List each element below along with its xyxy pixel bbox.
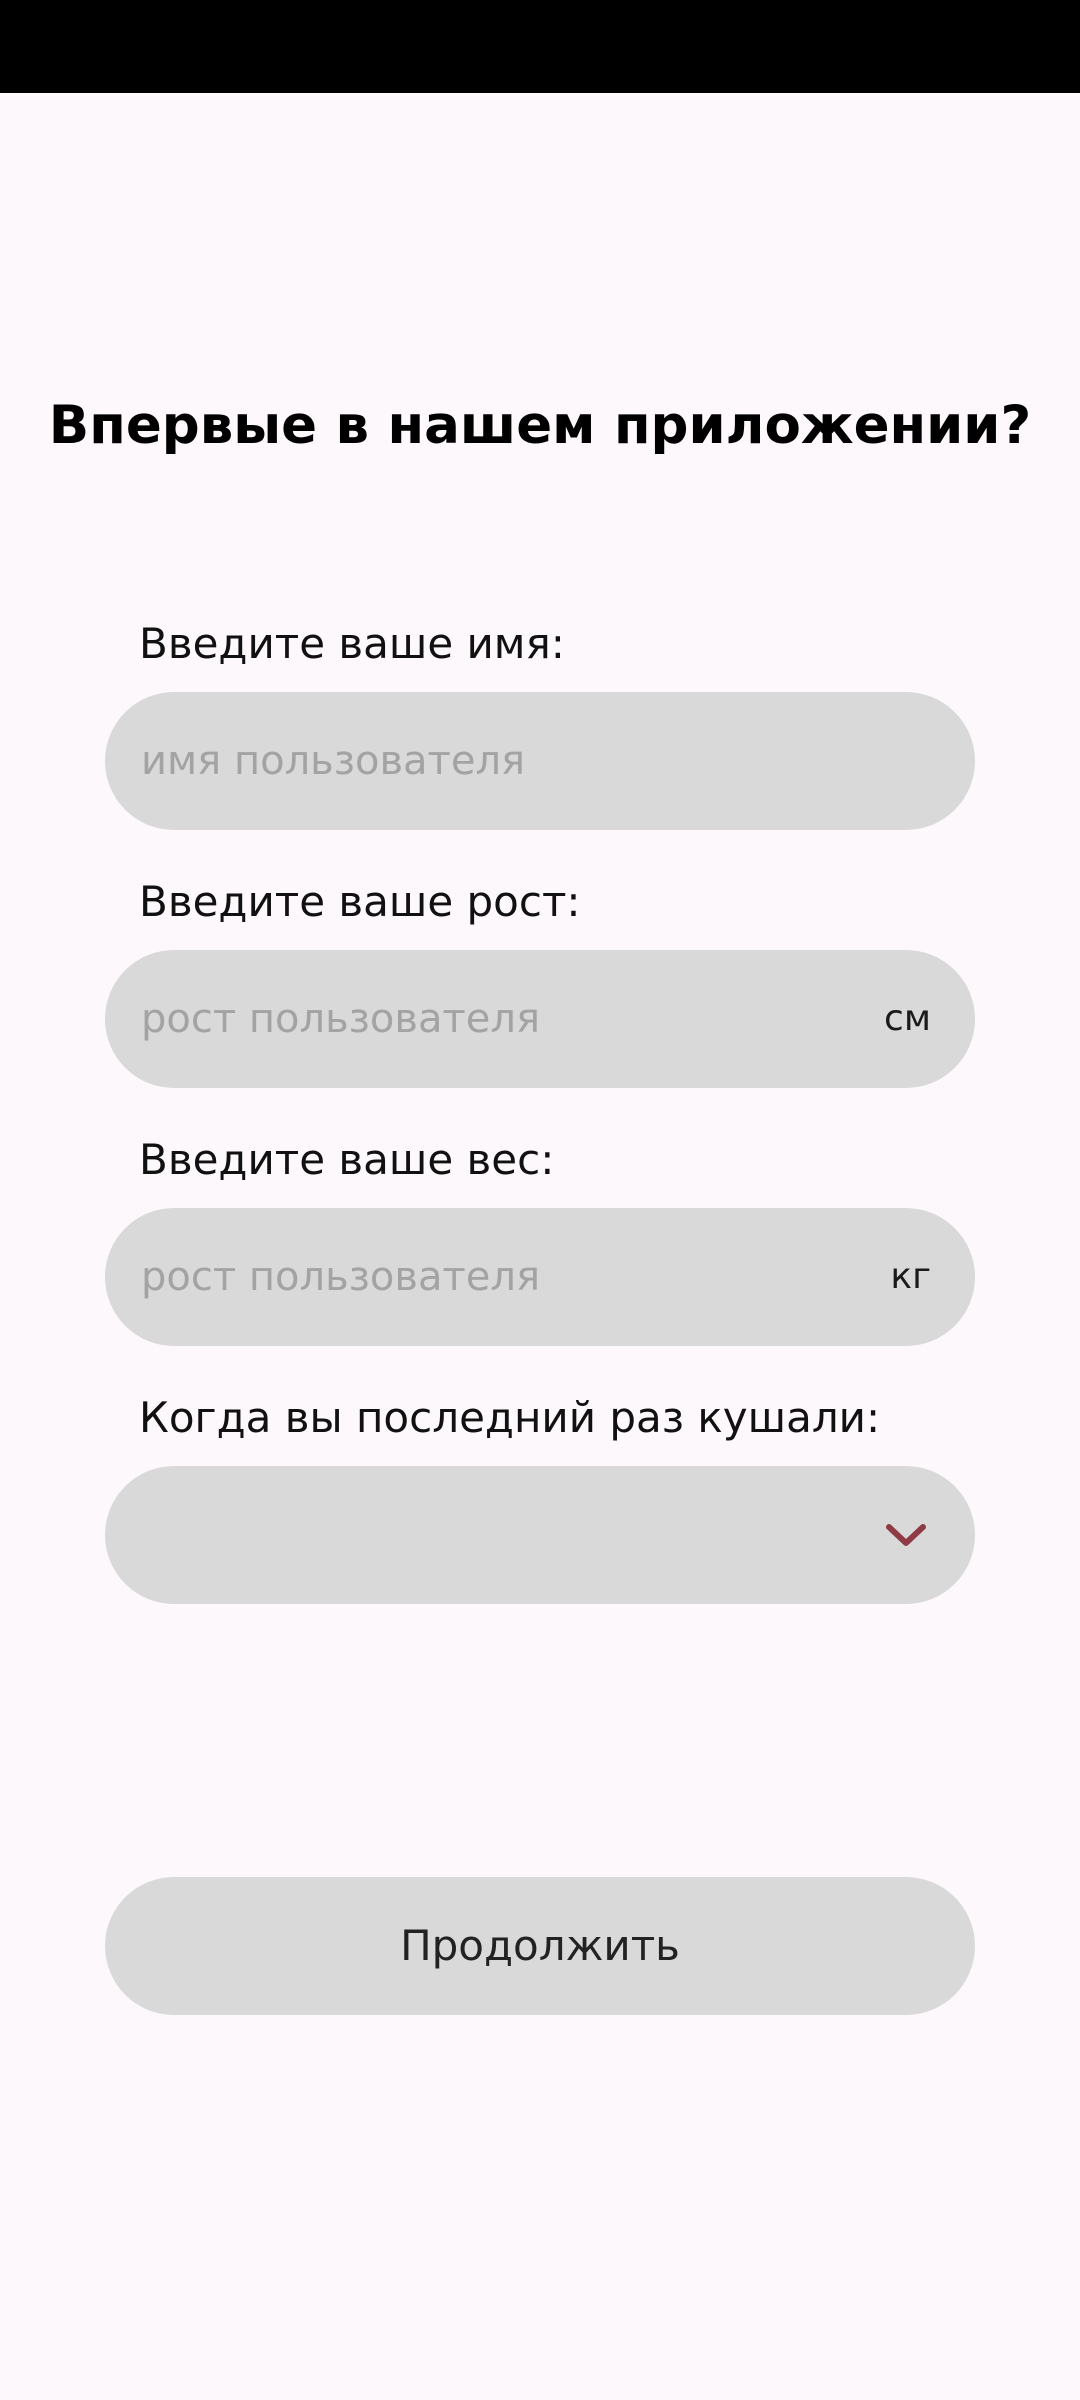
height-unit: см [884, 998, 931, 1039]
weight-label: Введите ваше вес: [139, 1135, 555, 1184]
weight-unit: кг [890, 1256, 931, 1297]
name-field-container [105, 692, 975, 830]
weight-field-container: кг [105, 1208, 975, 1346]
status-bar [0, 0, 1080, 93]
last-meal-label: Когда вы последний раз кушали: [139, 1393, 881, 1442]
height-label: Введите ваше рост: [139, 877, 581, 926]
chevron-down-icon[interactable] [881, 1510, 931, 1560]
page-title: Впервые в нашем приложении? [48, 395, 1032, 456]
continue-button[interactable]: Продолжить [105, 1877, 975, 2015]
name-input[interactable] [141, 692, 841, 830]
height-field-container: см [105, 950, 975, 1088]
height-input[interactable] [141, 950, 841, 1088]
name-label: Введите ваше имя: [139, 619, 565, 668]
last-meal-select[interactable] [105, 1466, 975, 1604]
weight-input[interactable] [141, 1208, 841, 1346]
